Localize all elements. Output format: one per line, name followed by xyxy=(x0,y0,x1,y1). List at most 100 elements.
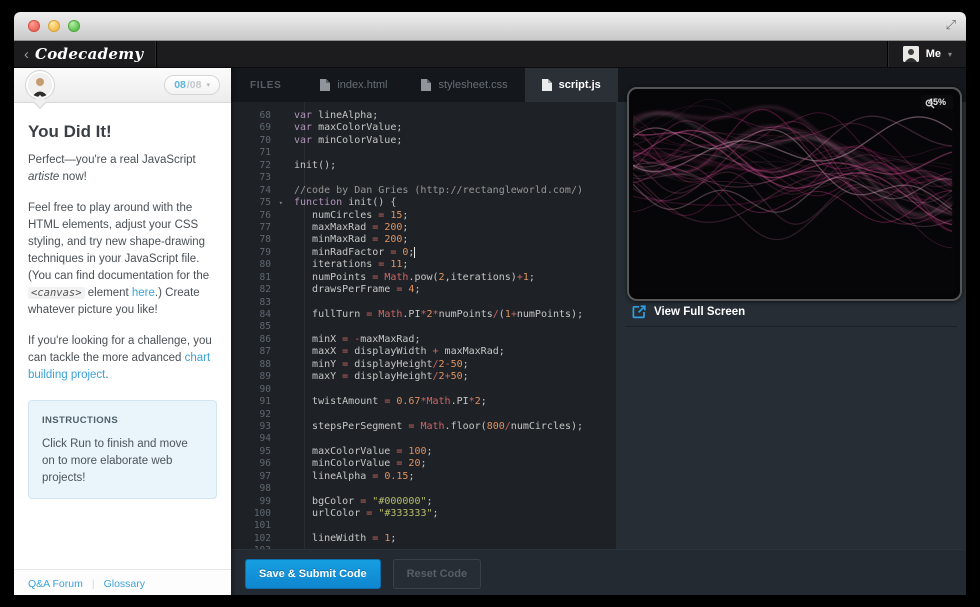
code-line[interactable]: 94 xyxy=(231,433,616,445)
line-number: 101 xyxy=(231,520,271,532)
line-number: 94 xyxy=(231,433,271,445)
qa-forum-link[interactable]: Q&A Forum xyxy=(28,578,83,590)
panel-divider xyxy=(625,326,957,327)
code-line[interactable]: 98 xyxy=(231,483,616,495)
preview-frame: 45% xyxy=(627,87,962,301)
code-line[interactable]: 68var lineAlpha; xyxy=(231,110,616,122)
user-menu[interactable]: Me ▾ xyxy=(888,41,966,67)
code-line[interactable]: 99 bgColor = "#000000"; xyxy=(231,496,616,508)
code-line[interactable]: 89 maxY = displayHeight/2+50; xyxy=(231,371,616,383)
line-number: 72 xyxy=(231,160,271,172)
code-line[interactable]: 87 maxX = displayWidth + maxMaxRad; xyxy=(231,346,616,358)
instructions-box: INSTRUCTIONS Click Run to finish and mov… xyxy=(28,400,217,499)
tab-label: stylesheet.css xyxy=(438,79,507,91)
tab-script-js[interactable]: script.js xyxy=(525,68,618,102)
code-line[interactable]: 84 fullTurn = Math.PI*2*numPoints/(1+num… xyxy=(231,309,616,321)
line-number: 82 xyxy=(231,284,271,296)
code-line[interactable]: 78 minMaxRad = 200; xyxy=(231,234,616,246)
code-line[interactable]: 73 xyxy=(231,172,616,184)
text-cursor xyxy=(414,247,415,258)
inline-link[interactable]: chart building project xyxy=(28,352,210,381)
zoom-window-button[interactable] xyxy=(68,20,80,32)
lesson-paragraph: Perfect—you're a real JavaScript artiste… xyxy=(28,152,217,186)
line-number: 73 xyxy=(231,172,271,184)
lesson-paragraph: If you're looking for a challenge, you c… xyxy=(28,333,217,384)
tab-label: script.js xyxy=(559,79,601,91)
line-number: 100 xyxy=(231,508,271,520)
line-number: 97 xyxy=(231,471,271,483)
code-line[interactable]: 80 iterations = 11; xyxy=(231,259,616,271)
line-number: 85 xyxy=(231,321,271,333)
line-number: 91 xyxy=(231,396,271,408)
line-number: 69 xyxy=(231,122,271,134)
code-line[interactable]: 96 minColorValue = 20; xyxy=(231,458,616,470)
codecademy-logo[interactable]: ‹ Codecademy xyxy=(14,41,156,67)
line-number: 86 xyxy=(231,334,271,346)
code-line[interactable]: 75▾function init() { xyxy=(231,197,616,209)
code-editor[interactable]: 68var lineAlpha;69var maxColorValue;70va… xyxy=(231,102,616,549)
code-line[interactable]: 85 xyxy=(231,321,616,333)
code-line[interactable]: 83 xyxy=(231,297,616,309)
file-icon xyxy=(542,79,552,91)
line-number: 92 xyxy=(231,409,271,421)
code-line[interactable]: 91 twistAmount = 0.67*Math.PI*2; xyxy=(231,396,616,408)
code-line[interactable]: 88 minY = displayHeight/2-50; xyxy=(231,359,616,371)
minimize-window-button[interactable] xyxy=(48,20,60,32)
inline-link[interactable]: here xyxy=(132,287,155,299)
window-titlebar: ⤢ xyxy=(14,12,966,41)
line-number: 80 xyxy=(231,259,271,271)
code-line[interactable]: 90 xyxy=(231,384,616,396)
tab-stylesheet-css[interactable]: stylesheet.css xyxy=(404,68,524,102)
line-number: 78 xyxy=(231,234,271,246)
tab-index-html[interactable]: index.html xyxy=(303,68,404,102)
code-line[interactable]: 70var minColorValue; xyxy=(231,135,616,147)
line-number: 77 xyxy=(231,222,271,234)
workspace: FILES index.htmlstylesheet.cssscript.js … xyxy=(231,68,966,595)
lesson-sidebar: 08/08▾ You Did It! Perfect—you're a real… xyxy=(14,68,231,595)
code-line[interactable]: 97 lineAlpha = 0.15; xyxy=(231,471,616,483)
reset-code-button[interactable]: Reset Code xyxy=(393,559,482,589)
code-line[interactable]: 79 minRadFactor = 0; xyxy=(231,247,616,259)
instructions-body: Click Run to finish and move on to more … xyxy=(42,436,203,487)
code-line[interactable]: 76 numCircles = 15; xyxy=(231,210,616,222)
code-line[interactable]: 86 minX = -maxMaxRad; xyxy=(231,334,616,346)
save-submit-button[interactable]: Save & Submit Code xyxy=(245,559,381,589)
code-line[interactable]: 95 maxColorValue = 100; xyxy=(231,446,616,458)
line-number: 75▾ xyxy=(231,197,271,209)
code-line[interactable]: 92 xyxy=(231,409,616,421)
user-menu-label: Me xyxy=(926,48,941,60)
app-window: ⤢ ‹ Codecademy Me ▾ 08/08▾ xyxy=(14,12,966,595)
code-line[interactable]: 81 numPoints = Math.pow(2,iterations)+1; xyxy=(231,272,616,284)
glossary-link[interactable]: Glossary xyxy=(104,578,145,590)
view-full-screen-button[interactable]: View Full Screen xyxy=(632,305,745,319)
code-line[interactable]: 71 xyxy=(231,147,616,159)
code-line[interactable]: 103 xyxy=(231,545,616,549)
progress-badge[interactable]: 08/08▾ xyxy=(164,75,220,95)
fullscreen-icon[interactable]: ⤢ xyxy=(946,17,956,33)
code-line[interactable]: 93 stepsPerSegment = Math.floor(800/numC… xyxy=(231,421,616,433)
line-number: 76 xyxy=(231,210,271,222)
code-line[interactable]: 72init(); xyxy=(231,160,616,172)
code-line[interactable]: 74//code by Dan Gries (http://rectanglew… xyxy=(231,185,616,197)
line-number: 81 xyxy=(231,272,271,284)
line-number: 96 xyxy=(231,458,271,470)
code-line[interactable]: 101 xyxy=(231,520,616,532)
code-chip: <canvas> xyxy=(28,287,85,299)
fold-toggle-icon[interactable]: ▾ xyxy=(279,197,283,209)
code-line[interactable]: 69var maxColorValue; xyxy=(231,122,616,134)
avatar[interactable] xyxy=(28,73,52,97)
view-full-screen-label: View Full Screen xyxy=(654,306,745,318)
line-number: 95 xyxy=(231,446,271,458)
file-icon xyxy=(320,79,330,91)
progress-total: /08 xyxy=(187,79,202,91)
line-number: 84 xyxy=(231,309,271,321)
code-line[interactable]: 77 maxMaxRad = 200; xyxy=(231,222,616,234)
file-icon xyxy=(421,79,431,91)
code-line[interactable]: 100 urlColor = "#333333"; xyxy=(231,508,616,520)
code-line[interactable]: 82 drawsPerFrame = 4; xyxy=(231,284,616,296)
magnifier-icon xyxy=(925,99,935,109)
close-window-button[interactable] xyxy=(28,20,40,32)
code-line[interactable]: 102 lineWidth = 1; xyxy=(231,533,616,545)
zoom-level-badge[interactable]: 45% xyxy=(921,95,953,109)
external-link-icon xyxy=(632,305,646,319)
